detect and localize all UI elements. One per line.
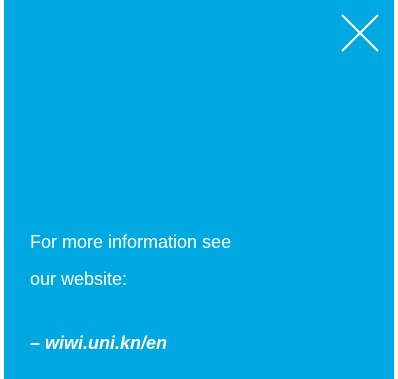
- close-button[interactable]: [340, 14, 380, 52]
- close-icon: [341, 14, 379, 52]
- info-panel: For more information see our website: – …: [4, 0, 394, 379]
- info-line-2: our website:: [30, 269, 128, 289]
- info-line-1: For more information see: [30, 232, 232, 252]
- info-text: For more information see our website:: [30, 224, 330, 298]
- website-link[interactable]: – wiwi.uni.kn/en: [30, 333, 167, 354]
